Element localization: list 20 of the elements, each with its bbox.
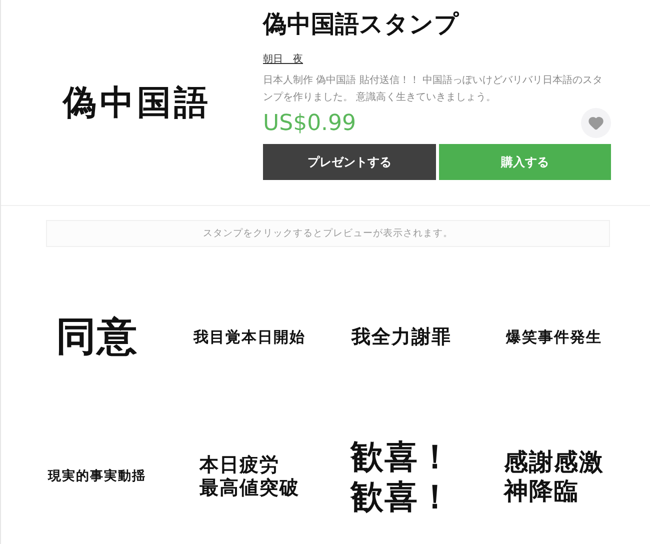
price: US$0.99 [263, 110, 356, 136]
description: 日本人制作 偽中国語 貼付送信！！ 中国語っぽいけどバリバリ日本語のスタンプを作りました。 意識高く生きていきましょう。 [263, 74, 604, 105]
thumbnail-text: 偽中国語 [61, 82, 211, 124]
heart-icon [588, 115, 604, 131]
stamp-text[interactable]: 神降臨 [504, 477, 579, 506]
stamp-text[interactable]: 我全力謝罪 [352, 326, 452, 348]
stamp-text[interactable]: 感謝感激 [504, 448, 604, 477]
stamp-text[interactable]: 歓喜！ [350, 437, 453, 477]
preview-hint: スタンプをクリックするとプレビューが表示されます。 [46, 220, 610, 247]
stamp-text[interactable]: 歓喜！ [350, 477, 453, 517]
favorite-button[interactable] [581, 108, 611, 138]
stamp-text[interactable]: 同意 [56, 313, 138, 361]
stamp-text[interactable]: 我目覚本日開始 [193, 328, 306, 346]
author-link[interactable]: 朝日 夜 [263, 52, 303, 66]
stamp-title: 偽中国語スタンプ [263, 9, 460, 40]
gift-button[interactable]: プレゼントする [263, 144, 436, 180]
stamp-text[interactable]: 爆笑事件発生 [506, 328, 602, 346]
stamp-text[interactable]: 最高値突破 [199, 477, 300, 500]
stamp-text[interactable]: 本日疲労 [199, 454, 280, 477]
stamp-text[interactable]: 現実的事実動揺 [48, 469, 146, 485]
